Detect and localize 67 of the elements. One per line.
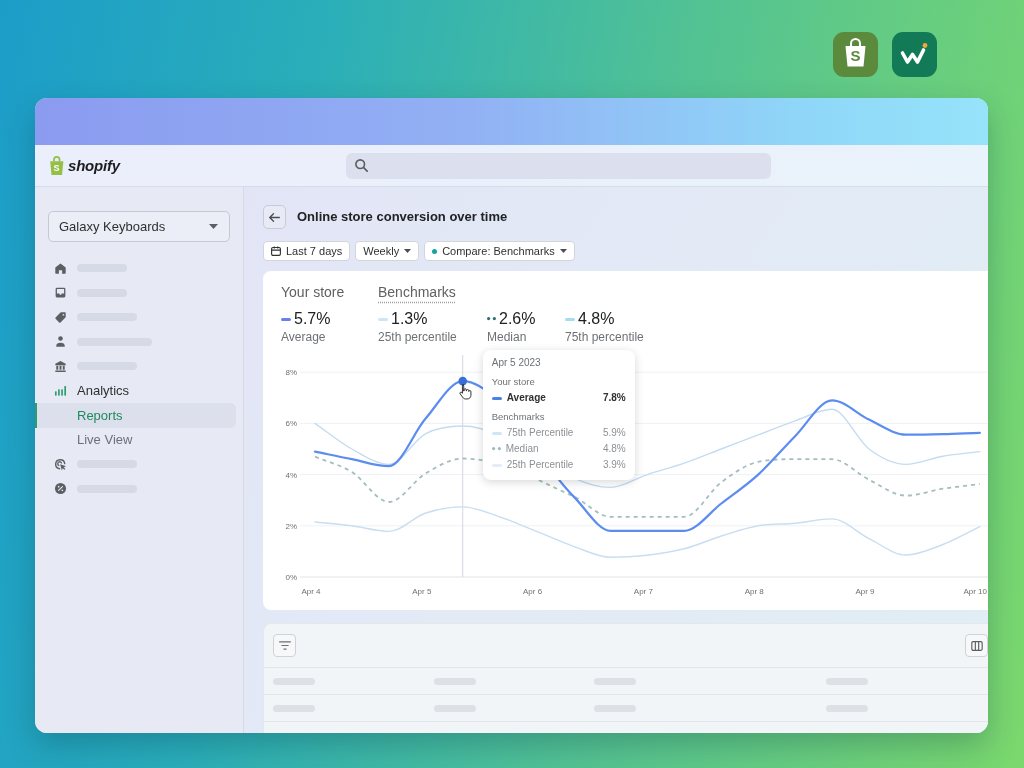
x-axis-label: Apr 8 [744,587,764,596]
filter-button[interactable] [273,634,296,657]
section-heading: Your store [281,283,345,301]
tooltip-section-heading: Your store [491,375,535,389]
tooltip-value: 5.9% [602,426,626,440]
metric-value: 1.3% [391,309,428,329]
x-axis-label: Apr 4 [301,587,321,596]
metric-value: 2.6% [499,309,536,329]
metric-label: 25th percentile [378,329,457,345]
date-range-button[interactable]: Last 7 days [263,241,351,261]
metric-label: 75th percentile [565,329,644,345]
metric-label: Average [281,329,326,345]
store-selector[interactable]: Galaxy Keyboards [48,211,230,242]
nav-sublink[interactable]: Live View [35,427,236,452]
tooltip-label: 75th Percentile [506,426,574,440]
inbox-icon[interactable] [54,286,67,300]
logo-letter: S [53,163,60,173]
section-heading: Benchmarks [378,283,456,301]
y-axis-label: 0% [285,573,297,582]
hover-dot-icon [458,376,468,386]
nav-link[interactable]: Analytics [35,378,134,403]
person-icon[interactable] [54,335,67,349]
logo-text: shopify [68,156,120,175]
x-axis-label: Apr 5 [412,587,432,596]
tooltip-section-heading: Benchmarks [491,410,545,424]
hand-cursor-icon [459,384,472,400]
tooltip-label: Average [506,391,546,405]
metric-value: 4.8% [578,309,615,329]
target-cursor-icon[interactable] [54,457,67,471]
x-axis-label: Apr 9 [855,587,875,596]
percent-icon[interactable] [54,482,67,496]
filter-icon [278,641,291,650]
compare-dropdown[interactable]: Compare: Benchmarks [424,241,575,261]
logo-letter: S [850,47,861,65]
tag-icon[interactable] [54,310,67,324]
tooltip-value: 7.8% [602,391,626,405]
zigzag-logo-icon [892,32,937,77]
caret-icon [559,249,567,253]
tooltip-value: 4.8% [602,442,626,456]
columns-button[interactable] [965,634,988,657]
tooltip-date: Apr 5 2023 [491,356,541,370]
x-axis-label: Apr 7 [633,587,653,596]
tooltip-label: 25th Percentile [506,458,574,472]
search-field[interactable] [346,152,771,179]
calendar-icon [271,246,281,256]
x-axis-label: Apr 10 [963,587,987,596]
back-arrow-icon [269,212,280,222]
caret-icon [404,249,412,253]
back-button[interactable] [263,205,286,229]
y-axis-label: 8% [285,368,297,378]
caret-icon [209,224,218,229]
metric-value: 5.7% [294,309,331,329]
interval-dropdown[interactable]: Weekly [355,241,420,261]
home-icon[interactable] [54,261,67,275]
columns-icon [970,640,983,651]
x-axis-label: Apr 6 [523,587,543,596]
tooltip-value: 3.9% [602,458,626,472]
y-axis-label: 6% [285,419,297,429]
report-title: Online store conversion over time [297,209,508,225]
shopping-bag-icon [48,156,65,175]
bag-logo-icon [833,32,878,77]
tooltip-label: Median [505,442,539,456]
search-icon [355,159,368,172]
y-axis-label: 4% [285,470,297,480]
y-axis-label: 2% [285,521,297,531]
metric-label: Median [487,329,527,345]
bank-icon[interactable] [54,359,67,373]
